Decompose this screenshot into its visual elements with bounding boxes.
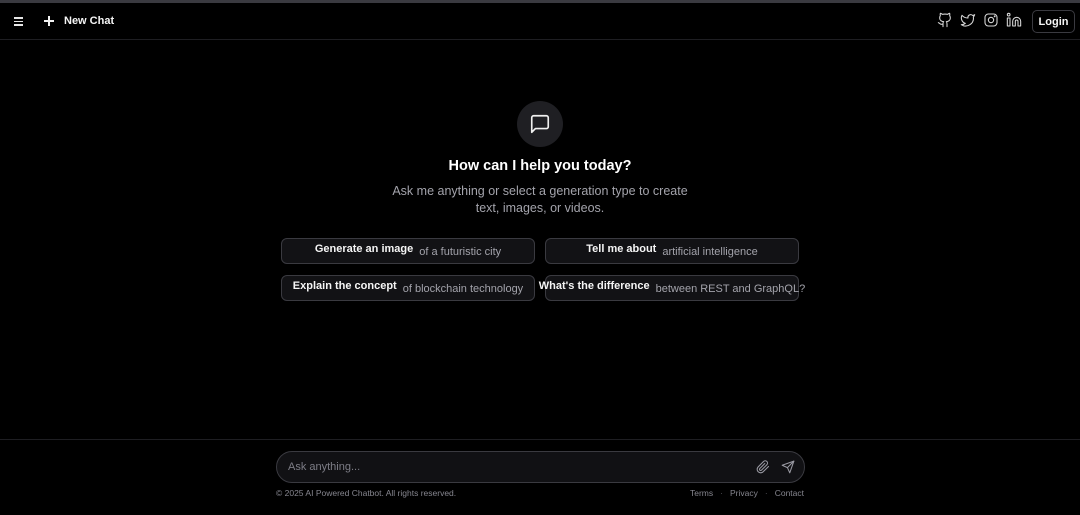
menu-icon[interactable] bbox=[10, 12, 28, 30]
suggestion-lead: Generate an image bbox=[314, 243, 414, 255]
footer-divider bbox=[0, 439, 1080, 440]
suggestion-whats-the-difference[interactable]: What's the difference between REST and G… bbox=[539, 275, 805, 301]
hero-subtitle: Ask me anything or select a generation t… bbox=[392, 184, 688, 215]
github-icon[interactable] bbox=[937, 12, 953, 28]
app-header: New Chat Login bbox=[0, 3, 1080, 40]
paperclip-icon[interactable] bbox=[756, 460, 770, 474]
chat-composer bbox=[276, 451, 805, 483]
suggestion-rest: of blockchain technology bbox=[402, 283, 524, 295]
suggestion-lead: What's the difference bbox=[538, 280, 650, 292]
social-links bbox=[937, 12, 1022, 28]
suggestion-explain-concept[interactable]: Explain the concept of blockchain techno… bbox=[281, 275, 535, 301]
suggestion-lead: Explain the concept bbox=[292, 280, 397, 292]
suggestion-rest: of a futuristic city bbox=[419, 246, 502, 258]
footer-separator: · bbox=[764, 488, 768, 498]
twitter-icon[interactable] bbox=[960, 12, 976, 28]
suggestion-generate-image[interactable]: Generate an image of a futuristic city bbox=[281, 238, 535, 264]
suggestion-rest: between REST and GraphQL? bbox=[655, 283, 806, 295]
chat-input[interactable] bbox=[288, 457, 748, 477]
new-chat-button[interactable]: New Chat bbox=[42, 11, 114, 31]
instagram-icon[interactable] bbox=[983, 12, 999, 28]
chat-bubble-icon bbox=[517, 101, 563, 147]
login-button[interactable]: Login bbox=[1032, 10, 1075, 33]
suggestion-tell-me-about[interactable]: Tell me about artificial intelligence bbox=[545, 238, 799, 264]
new-chat-label: New Chat bbox=[64, 15, 115, 27]
terms-link[interactable]: Terms bbox=[690, 488, 713, 498]
suggestion-rest: artificial intelligence bbox=[662, 246, 758, 258]
contact-link[interactable]: Contact bbox=[775, 488, 804, 498]
privacy-link[interactable]: Privacy bbox=[730, 488, 758, 498]
suggestion-lead: Tell me about bbox=[586, 243, 657, 255]
send-icon[interactable] bbox=[781, 460, 795, 474]
linkedin-icon[interactable] bbox=[1006, 12, 1022, 28]
footer-links: Terms · Privacy · Contact bbox=[690, 488, 804, 498]
hero-title: How can I help you today? bbox=[448, 158, 632, 174]
copyright-text: © 2025 AI Powered Chatbot. All rights re… bbox=[276, 488, 457, 498]
footer-separator: · bbox=[720, 488, 723, 498]
plus-icon bbox=[42, 14, 56, 28]
